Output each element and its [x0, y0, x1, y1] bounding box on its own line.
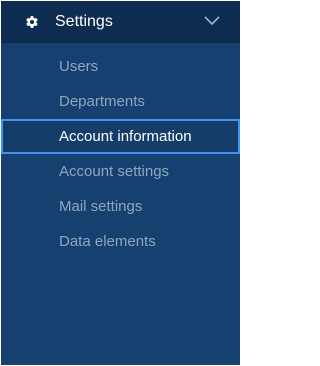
- settings-sidebar-panel: Settings Users Departments Account infor…: [1, 1, 240, 365]
- gear-icon: [26, 16, 38, 28]
- menu-item-users[interactable]: Users: [1, 49, 240, 84]
- menu-item-mail-settings[interactable]: Mail settings: [1, 189, 240, 224]
- menu-item-label: Data elements: [59, 233, 156, 250]
- menu-item-label: Users: [59, 58, 99, 75]
- settings-header[interactable]: Settings: [1, 1, 240, 43]
- menu-item-account-information[interactable]: Account information: [1, 119, 240, 154]
- menu-item-label: Account settings: [59, 163, 170, 180]
- menu-item-label: Departments: [59, 93, 145, 110]
- menu-item-label: Account information: [59, 128, 192, 145]
- menu-item-label: Mail settings: [59, 198, 143, 215]
- settings-title: Settings: [55, 13, 113, 30]
- menu-item-departments[interactable]: Departments: [1, 84, 240, 119]
- menu-item-data-elements[interactable]: Data elements: [1, 224, 240, 259]
- menu-item-account-settings[interactable]: Account settings: [1, 154, 240, 189]
- settings-menu: Users Departments Account information Ac…: [1, 49, 240, 259]
- chevron-down-icon[interactable]: [204, 16, 220, 26]
